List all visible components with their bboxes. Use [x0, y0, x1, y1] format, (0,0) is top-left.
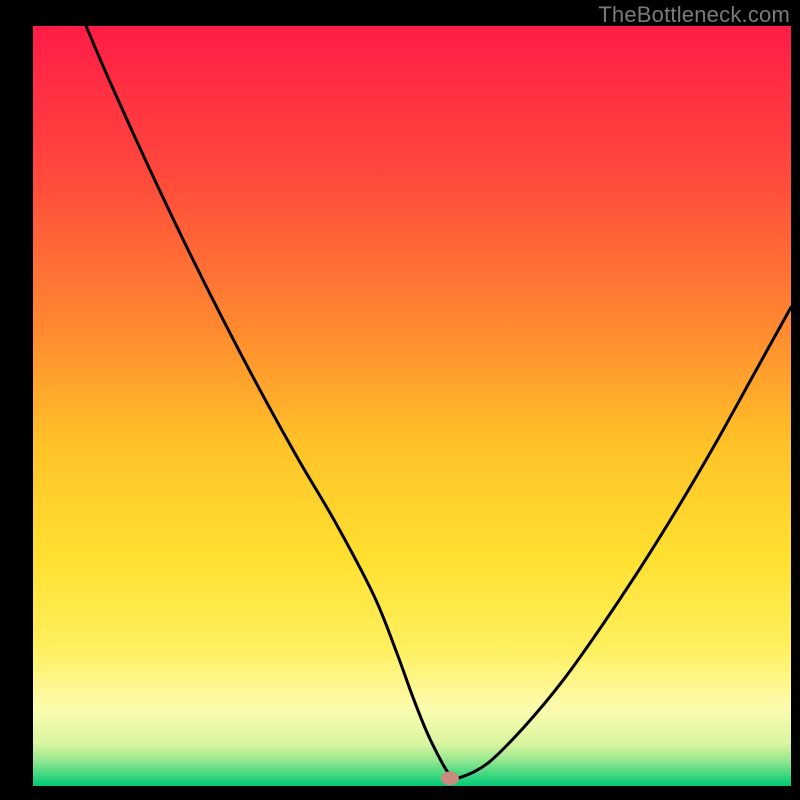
watermark-text: TheBottleneck.com — [598, 2, 790, 28]
chart-frame: TheBottleneck.com — [0, 0, 800, 800]
marker-point — [441, 771, 459, 785]
bottleneck-curve-chart — [0, 0, 800, 800]
plot-background — [33, 26, 791, 786]
